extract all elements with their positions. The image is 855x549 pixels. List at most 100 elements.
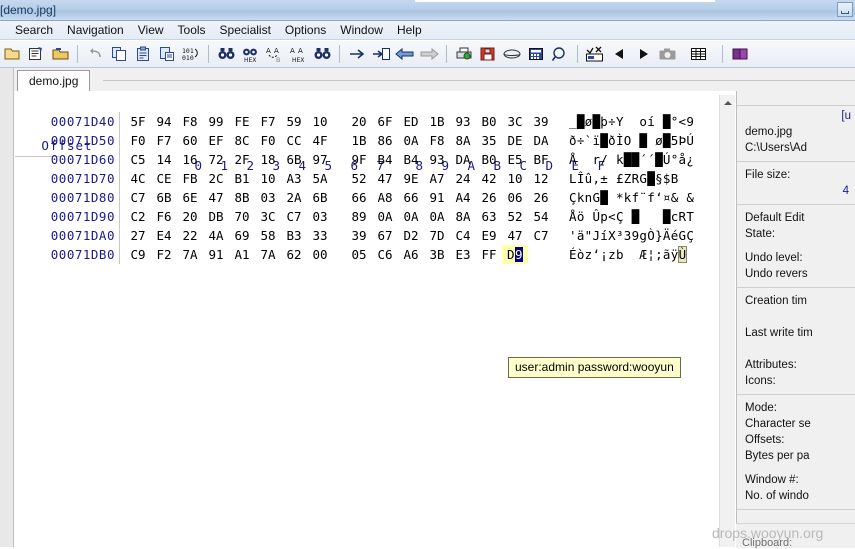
find-hex-icon[interactable]: HEX <box>238 43 262 66</box>
hex-byte[interactable]: 35 <box>476 131 502 150</box>
binary-101-icon[interactable]: 101 010 <box>179 43 203 66</box>
menu-item-navigation[interactable]: Navigation <box>60 21 131 39</box>
hex-byte[interactable]: B0 <box>476 150 502 169</box>
hex-byte[interactable]: C7 <box>125 188 151 207</box>
play-forward-icon[interactable] <box>631 43 655 66</box>
menu-item-options[interactable]: Options <box>278 21 333 39</box>
info-panel-link[interactable]: [u <box>745 109 855 124</box>
hex-byte[interactable]: 4C <box>125 169 151 188</box>
hex-byte[interactable]: 3C <box>502 112 528 131</box>
hex-byte[interactable]: FF <box>476 245 502 264</box>
ascii-text[interactable]: Å r/ k██´´█Ú°å¿ <box>569 150 694 169</box>
hex-byte-cells[interactable]: C7 6B 6E 47 8B 03 2A 6B 66 A8 66 91 A4 26 06 26 <box>125 188 554 207</box>
hex-byte[interactable]: 27 <box>125 226 151 245</box>
hex-byte[interactable]: A8 <box>372 188 398 207</box>
hex-byte[interactable]: 8A <box>450 131 476 150</box>
hex-byte[interactable]: C5 <box>125 150 151 169</box>
hex-byte[interactable]: E5 <box>502 150 528 169</box>
hex-byte-cells[interactable]: C9 F2 7A 91 A1 7A 62 00 05 C6 A6 3B E3 FF D9 <box>125 245 554 264</box>
hex-byte[interactable]: 94 <box>151 112 177 131</box>
open-file-icon[interactable] <box>0 43 24 66</box>
forward-arrow-icon[interactable] <box>417 43 441 66</box>
print-icon[interactable] <box>452 43 476 66</box>
copy-icon[interactable] <box>107 43 131 66</box>
hex-byte[interactable]: F7 <box>151 131 177 150</box>
hex-byte[interactable]: 99 <box>203 112 229 131</box>
menu-item-help[interactable]: Help <box>390 21 429 39</box>
hex-byte-cells[interactable]: 27 E4 22 4A 69 58 B3 33 39 67 D2 7D C4 E9 47 C7 <box>125 226 554 245</box>
hex-byte[interactable]: 0A <box>372 207 398 226</box>
ascii-text[interactable]: Åö Ûp<Ç █ █cRT <box>569 207 694 226</box>
zoom-icon[interactable] <box>548 43 572 66</box>
hex-byte[interactable]: E3 <box>450 245 476 264</box>
hex-byte[interactable]: 03 <box>255 188 281 207</box>
hex-byte[interactable]: 10 <box>255 169 281 188</box>
scroll-up-arrow-icon[interactable] <box>720 95 735 110</box>
play-back-icon[interactable] <box>607 43 631 66</box>
hex-byte[interactable]: 24 <box>450 169 476 188</box>
hex-byte[interactable]: ED <box>398 112 424 131</box>
hex-byte[interactable]: 2A <box>281 188 307 207</box>
hex-byte[interactable]: 66 <box>346 188 372 207</box>
hex-byte[interactable]: 3C <box>255 207 281 226</box>
hex-byte[interactable]: 6B <box>281 150 307 169</box>
hex-byte[interactable]: 26 <box>528 188 554 207</box>
hex-byte[interactable]: FE <box>229 112 255 131</box>
ascii-text[interactable]: LÎû,± £ZRG█§$B <box>569 169 679 188</box>
back-arrow-icon[interactable] <box>393 43 417 66</box>
hex-byte[interactable]: DE <box>502 131 528 150</box>
hex-byte[interactable]: 1B <box>424 112 450 131</box>
hex-byte[interactable]: A3 <box>281 169 307 188</box>
hex-byte[interactable]: 2F <box>229 150 255 169</box>
replace-hex-icon[interactable]: A A HEX <box>286 43 310 66</box>
hex-byte[interactable]: 7A <box>177 245 203 264</box>
hex-byte[interactable]: D2 <box>398 226 424 245</box>
hex-byte[interactable]: 91 <box>424 188 450 207</box>
hex-vertical-scrollbar[interactable] <box>719 95 735 547</box>
hex-byte[interactable]: 10 <box>307 112 333 131</box>
hex-byte[interactable]: 86 <box>372 131 398 150</box>
book-icon[interactable] <box>728 43 752 66</box>
hex-byte[interactable]: 12 <box>528 169 554 188</box>
find-all-icon[interactable] <box>310 43 334 66</box>
hex-byte[interactable]: 20 <box>177 207 203 226</box>
hex-byte[interactable]: 93 <box>424 150 450 169</box>
hex-byte[interactable]: E9 <box>476 226 502 245</box>
hex-byte[interactable]: A4 <box>450 188 476 207</box>
checksum-icon[interactable] <box>583 43 607 66</box>
menu-item-specialist[interactable]: Specialist <box>213 21 278 39</box>
menu-item-search[interactable]: Search <box>8 21 60 39</box>
hex-byte[interactable]: 59 <box>281 112 307 131</box>
table-icon[interactable] <box>679 43 717 66</box>
hex-byte[interactable]: FB <box>177 169 203 188</box>
hex-byte[interactable]: B4 <box>372 150 398 169</box>
hex-byte[interactable]: F8 <box>177 112 203 131</box>
hex-byte[interactable]: 06 <box>502 188 528 207</box>
hex-byte[interactable]: C7 <box>281 207 307 226</box>
hex-byte[interactable]: 3B <box>424 245 450 264</box>
hex-byte[interactable]: 5F <box>125 112 151 131</box>
hex-byte[interactable]: F0 <box>125 131 151 150</box>
goto-offset-icon[interactable] <box>369 43 393 66</box>
hex-byte[interactable]: 70 <box>229 207 255 226</box>
hex-byte[interactable]: 7D <box>424 226 450 245</box>
hex-byte[interactable]: 1B <box>346 131 372 150</box>
hex-byte[interactable]: 8B <box>229 188 255 207</box>
hex-byte[interactable]: 2C <box>203 169 229 188</box>
disk-icon[interactable] <box>500 43 524 66</box>
hex-byte[interactable]: 52 <box>346 169 372 188</box>
hex-editor-pane[interactable]: Offset 0123456789ABCDEF 00071D40 5F 94 F8 99… <box>0 91 735 547</box>
hex-byte[interactable]: 91 <box>203 245 229 264</box>
hex-byte[interactable]: 22 <box>177 226 203 245</box>
hex-byte[interactable]: 0A <box>398 131 424 150</box>
hex-byte-cells[interactable]: 4C CE FB 2C B1 10 A3 5A 52 47 9E A7 24 42 10 12 <box>125 169 554 188</box>
hex-byte[interactable]: B0 <box>476 112 502 131</box>
hex-byte[interactable]: 03 <box>307 207 333 226</box>
hex-byte[interactable]: C6 <box>372 245 398 264</box>
hex-byte[interactable]: C9 <box>125 245 151 264</box>
ascii-text[interactable]: 'ä"JíX³39gÒ}ÄéGÇ <box>569 226 694 245</box>
hex-byte[interactable]: 42 <box>476 169 502 188</box>
hex-byte[interactable]: 58 <box>255 226 281 245</box>
hex-byte[interactable]: 67 <box>372 226 398 245</box>
hex-byte[interactable]: B1 <box>229 169 255 188</box>
